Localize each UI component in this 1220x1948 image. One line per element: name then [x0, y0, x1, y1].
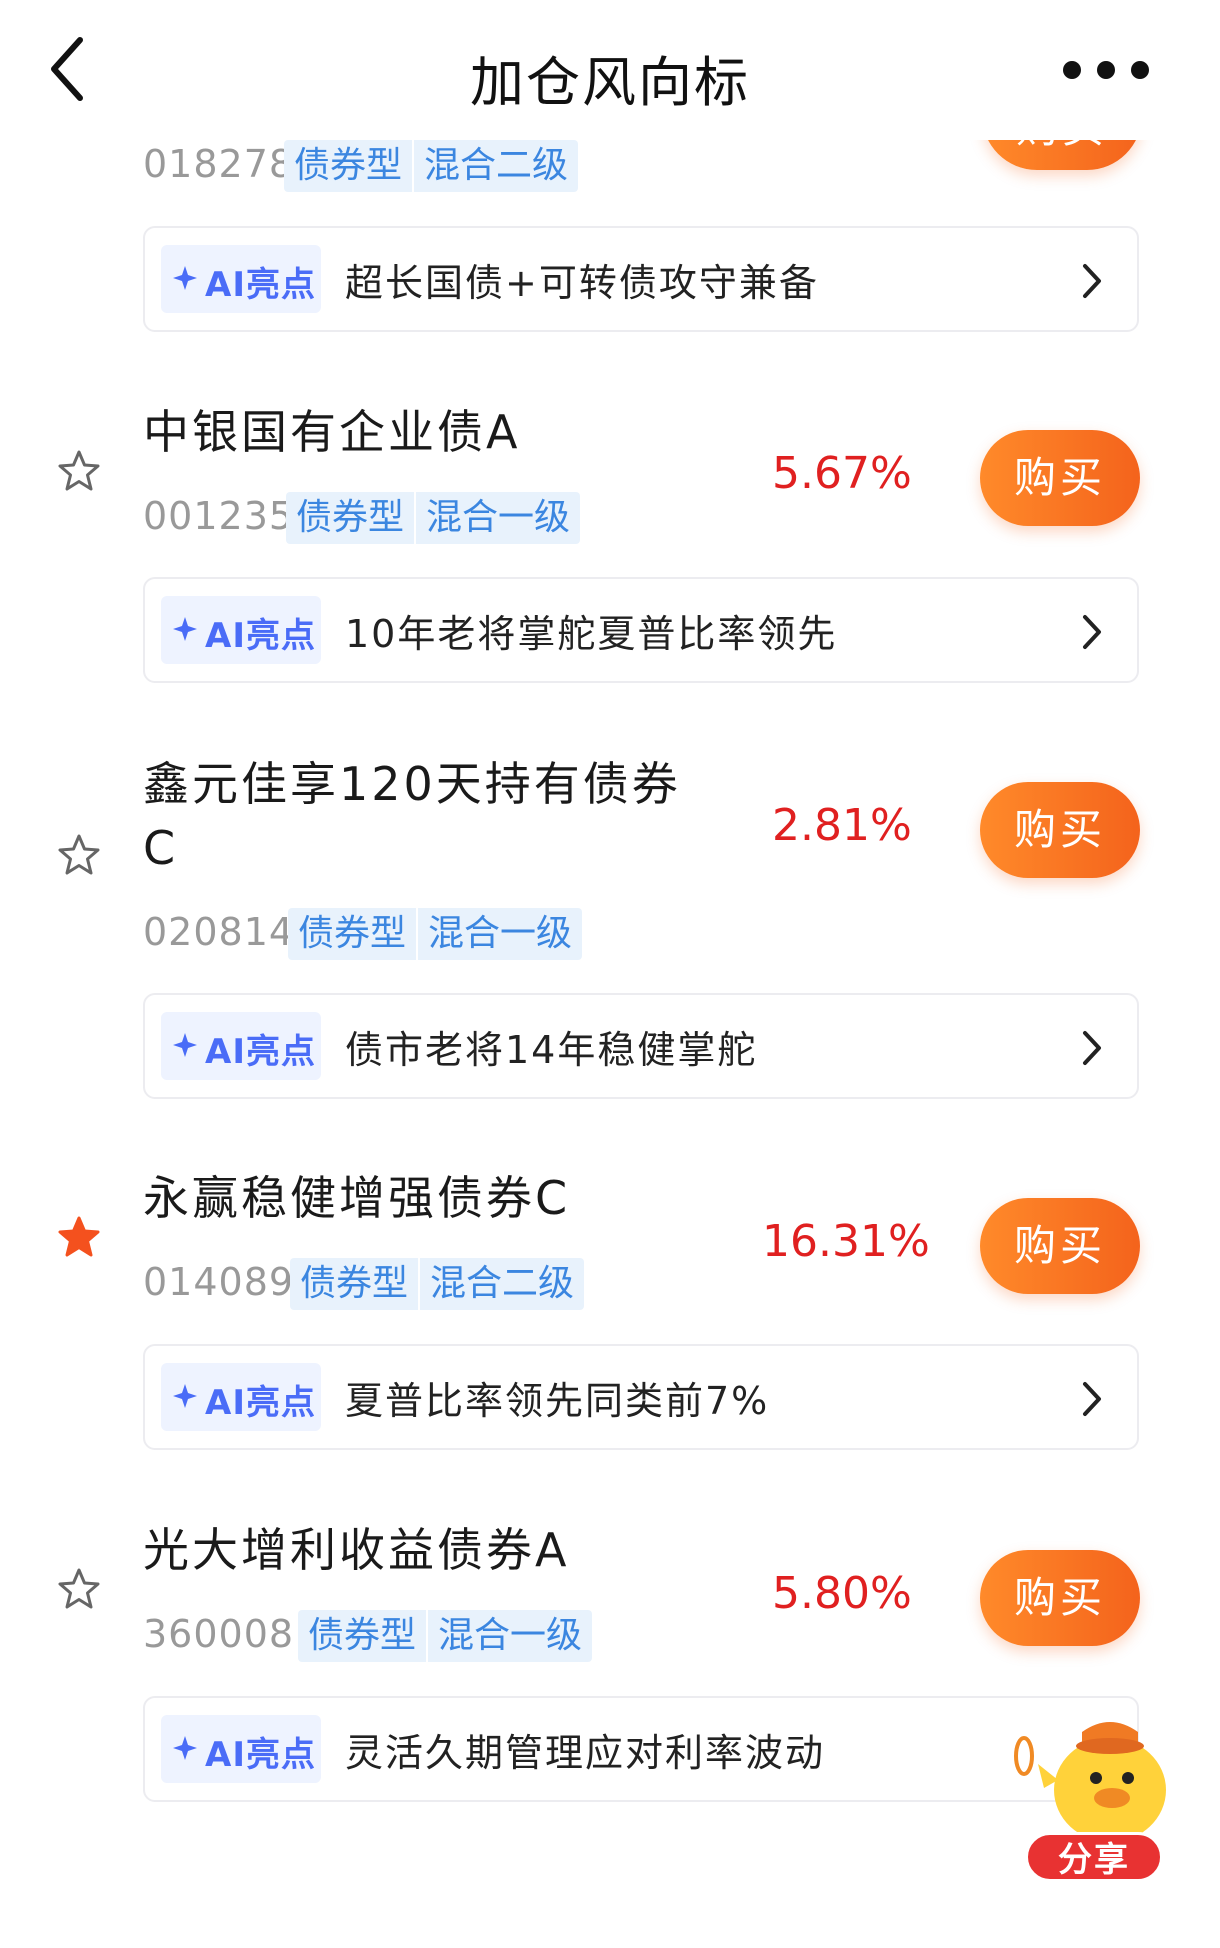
favorite-star-icon[interactable]: [56, 448, 102, 494]
ai-highlight-text: 灵活久期管理应对利率波动: [345, 1731, 826, 1775]
tag-fund-category: 混合一级: [426, 1610, 592, 1662]
fund-return-rate: 5.80%: [772, 1568, 912, 1619]
fund-code: 018278: [143, 142, 295, 186]
buy-button[interactable]: 购买: [980, 782, 1140, 878]
ai-highlight-badge: AI亮点: [161, 1715, 321, 1783]
fund-name: 鑫元佳享120天持有债券: [143, 757, 681, 811]
tag-fund-category: 混合一级: [416, 908, 582, 960]
favorite-star-filled-icon[interactable]: [56, 1214, 102, 1260]
chevron-right-icon: [1083, 264, 1101, 298]
fund-name: 中银国有企业债A: [143, 405, 521, 459]
fund-name-line2: C: [143, 821, 179, 875]
sparkle-icon: [173, 1736, 197, 1760]
tag-fund-category: 混合二级: [412, 140, 578, 192]
fund-code: 360008: [143, 1612, 295, 1656]
ai-highlight-badge: AI亮点: [161, 1012, 321, 1080]
fund-name: 永赢稳健增强债券C: [143, 1171, 571, 1225]
fund-tags: 债券型 混合一级: [298, 1610, 593, 1662]
fund-return-rate: 16.31%: [762, 1216, 930, 1267]
ai-highlight-badge: AI亮点: [161, 245, 321, 313]
tag-fund-category: 混合一级: [414, 492, 580, 544]
buy-button[interactable]: 购买: [980, 430, 1140, 526]
tag-fund-type: 债券型: [308, 1615, 417, 1656]
fund-return-rate: 2.81%: [772, 800, 912, 851]
tag-fund-type: 债券型: [298, 913, 407, 954]
ai-highlight-badge: AI亮点: [161, 1363, 321, 1431]
ai-highlight-text: 债市老将14年稳健掌舵: [345, 1028, 758, 1072]
chevron-right-icon: [1083, 615, 1101, 649]
top-nav-bar: 加仓风向标: [0, 0, 1220, 140]
ai-highlight-card[interactable]: AI亮点 灵活久期管理应对利率波动: [143, 1696, 1139, 1802]
fund-code: 014089: [143, 1260, 295, 1304]
ai-highlight-card[interactable]: AI亮点 债市老将14年稳健掌舵: [143, 993, 1139, 1099]
fund-tags: 债券型 混合一级: [288, 908, 583, 960]
fund-code: 001235: [143, 494, 295, 538]
sparkle-icon: [173, 1384, 197, 1408]
fund-tags: 债券型 混合一级: [286, 492, 581, 544]
tag-fund-category: 混合二级: [418, 1258, 584, 1310]
chevron-right-icon: [1083, 1382, 1101, 1416]
fund-tags: 债券型 混合二级: [284, 140, 579, 192]
ai-highlight-card[interactable]: AI亮点 夏普比率领先同类前7%: [143, 1344, 1139, 1450]
ai-highlight-card[interactable]: AI亮点 10年老将掌舵夏普比率领先: [143, 577, 1139, 683]
fund-tags: 债券型 混合二级: [290, 1258, 585, 1310]
ai-highlight-badge: AI亮点: [161, 596, 321, 664]
ai-highlight-text: 10年老将掌舵夏普比率领先: [345, 612, 838, 656]
buy-button[interactable]: 购买: [980, 1198, 1140, 1294]
ai-highlight-text: 超长国债+可转债攻守兼备: [345, 261, 819, 305]
fund-name: 光大增利收益债券A: [143, 1523, 570, 1577]
chevron-right-icon: [1083, 1031, 1101, 1065]
favorite-star-icon[interactable]: [56, 1566, 102, 1612]
fund-code: 020814: [143, 910, 295, 954]
favorite-star-icon[interactable]: [56, 832, 102, 878]
tag-fund-type: 债券型: [296, 497, 405, 538]
more-options-icon[interactable]: [1056, 58, 1156, 82]
fund-return-rate: 5.67%: [772, 448, 912, 499]
ai-highlight-text: 夏普比率领先同类前7%: [345, 1379, 770, 1423]
ai-highlight-card[interactable]: AI亮点 超长国债+可转债攻守兼备: [143, 226, 1139, 332]
share-label: 分享: [1025, 1832, 1163, 1882]
sparkle-icon: [173, 1033, 197, 1057]
tag-fund-type: 债券型: [300, 1263, 409, 1304]
page-title: 加仓风向标: [470, 51, 750, 114]
sparkle-icon: [173, 266, 197, 290]
sparkle-icon: [173, 617, 197, 641]
share-floating-button[interactable]: 分享: [1010, 1706, 1190, 1886]
buy-button[interactable]: 购买: [980, 1550, 1140, 1646]
tag-fund-type: 债券型: [294, 145, 403, 186]
